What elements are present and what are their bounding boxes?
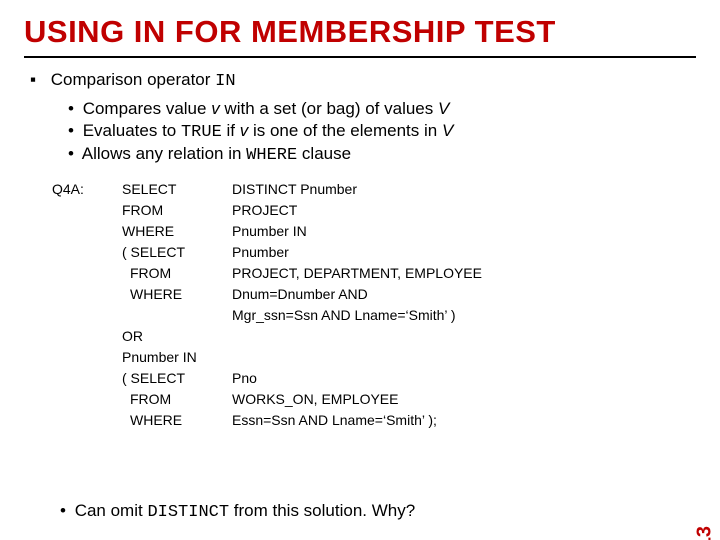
arg: PROJECT, DEPARTMENT, EMPLOYEE <box>232 263 482 284</box>
arg: Pnumber IN <box>232 221 307 242</box>
arg: WORKS_ON, EMPLOYEE <box>232 389 398 410</box>
kw-subselect: ( SELECT <box>122 242 232 263</box>
slide: USING IN FOR MEMBERSHIP TEST ▪ Compariso… <box>0 0 720 540</box>
bullet1-text: Comparison operator <box>51 70 215 89</box>
arg: Dnum=Dnumber AND <box>232 284 368 305</box>
b2a-V: V <box>438 99 449 118</box>
bullet-level1: ▪ Comparison operator IN <box>28 70 696 91</box>
query-row: FROM WORKS_ON, EMPLOYEE <box>52 389 696 410</box>
kw-where: WHERE <box>130 410 232 431</box>
dot-bullet-icon: • <box>68 99 74 118</box>
arg: PROJECT <box>232 200 297 221</box>
outro-post: from this solution. Why? <box>229 501 415 520</box>
b2b-code: TRUE <box>181 123 222 142</box>
b2b-mid: if <box>222 121 240 140</box>
kw-where: WHERE <box>130 284 232 305</box>
b2b-pre: Evaluates to <box>83 121 181 140</box>
arg: Essn=Ssn AND Lname=‘Smith’ ); <box>232 410 437 431</box>
bullet2-b: • Evaluates to TRUE if v is one of the e… <box>68 121 696 142</box>
query-row: WHERE Pnumber IN <box>52 221 696 242</box>
dot-bullet-icon: • <box>68 144 74 163</box>
bullet1-code: IN <box>215 72 235 91</box>
bullet-level2-group: • Compares value v with a set (or bag) o… <box>68 99 696 165</box>
query-row: Q4A: SELECT DISTINCT Pnumber <box>52 179 696 200</box>
outro-pre: Can omit <box>75 501 148 520</box>
kw-from: FROM <box>130 263 232 284</box>
b2b-mid2: is one of the elements in <box>248 121 442 140</box>
b2c-post: clause <box>297 144 351 163</box>
kw-subselect: ( SELECT <box>122 368 232 389</box>
arg: DISTINCT Pnumber <box>232 179 357 200</box>
query-row: Pnumber IN <box>52 347 696 368</box>
b2b-v: v <box>240 121 249 140</box>
kw-select: SELECT <box>122 179 232 200</box>
kw-from: FROM <box>130 389 232 410</box>
b2b-V: V <box>442 121 453 140</box>
b2c-code: WHERE <box>246 146 297 165</box>
query-row: ( SELECT Pno <box>52 368 696 389</box>
b2a-v: v <box>211 99 220 118</box>
arg: Mgr_ssn=Ssn AND Lname=‘Smith’ ) <box>232 305 456 326</box>
query-row: Mgr_ssn=Ssn AND Lname=‘Smith’ ) <box>52 305 696 326</box>
query-label: Q4A: <box>52 179 122 200</box>
page-number: 13 <box>693 526 716 540</box>
query-row: WHERE Essn=Ssn AND Lname=‘Smith’ ); <box>52 410 696 431</box>
query-row: WHERE Dnum=Dnumber AND <box>52 284 696 305</box>
outro-code: DISTINCT <box>147 503 229 522</box>
kw-or: OR <box>122 326 232 347</box>
dot-bullet-icon: • <box>68 121 74 140</box>
b2c-pre: Allows any relation in <box>82 144 246 163</box>
bullet-outro: • Can omit DISTINCT from this solution. … <box>60 501 415 522</box>
arg: Pnumber IN <box>122 347 197 368</box>
title-rule <box>24 56 696 58</box>
query-row: OR <box>52 326 696 347</box>
bullet2-c: • Allows any relation in WHERE clause <box>68 144 696 165</box>
dot-bullet-icon: • <box>60 501 66 520</box>
b2a-mid: with a set (or bag) of values <box>220 99 438 118</box>
b2a-pre: Compares value <box>83 99 212 118</box>
slide-title: USING IN FOR MEMBERSHIP TEST <box>24 14 696 50</box>
query-row: FROM PROJECT, DEPARTMENT, EMPLOYEE <box>52 263 696 284</box>
arg: Pnumber <box>232 242 289 263</box>
arg: Pno <box>232 368 257 389</box>
sql-query-block: Q4A: SELECT DISTINCT Pnumber FROM PROJEC… <box>52 179 696 431</box>
query-row: ( SELECT Pnumber <box>52 242 696 263</box>
bullet2-a: • Compares value v with a set (or bag) o… <box>68 99 696 119</box>
kw-where: WHERE <box>122 221 232 242</box>
square-bullet-icon: ▪ <box>28 70 38 90</box>
kw-from: FROM <box>122 200 232 221</box>
query-row: FROM PROJECT <box>52 200 696 221</box>
